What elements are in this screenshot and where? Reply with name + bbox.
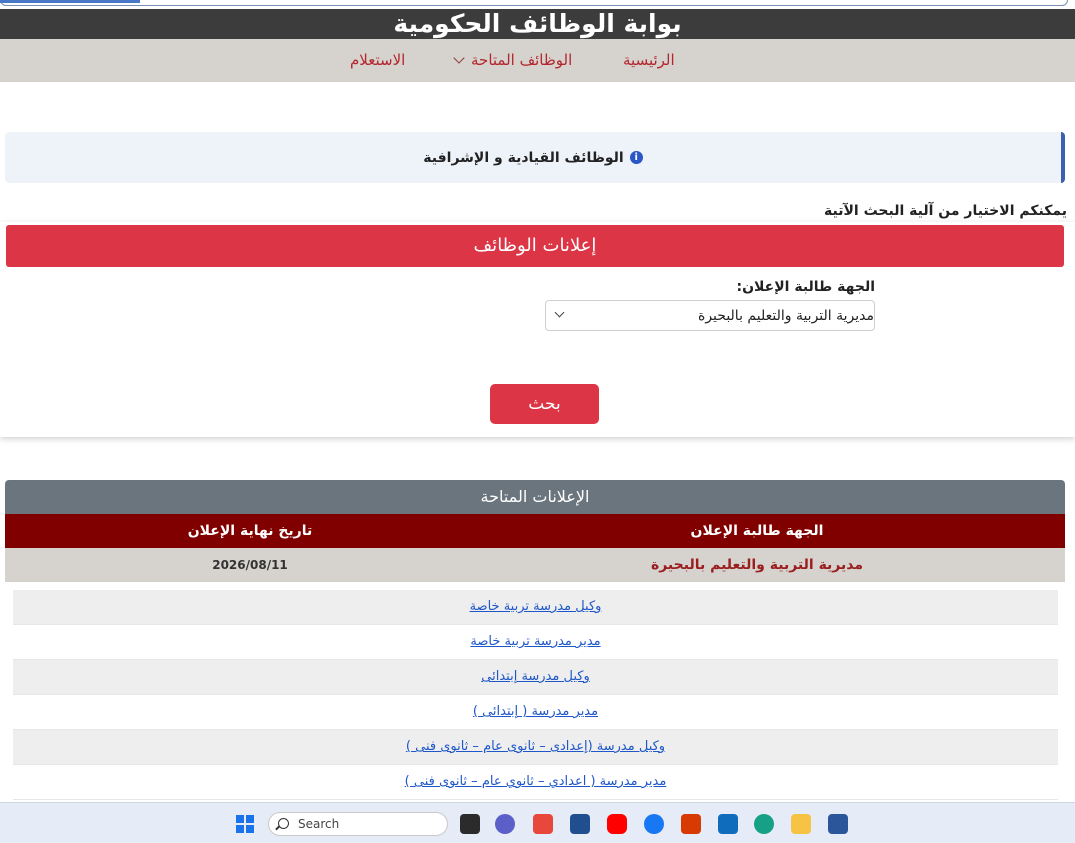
- edge-icon[interactable]: [754, 814, 774, 834]
- office-icon[interactable]: [681, 814, 701, 834]
- col-end-date-header: تاريخ نهاية الإعلان: [187, 523, 313, 539]
- org-select[interactable]: مديرية التربية والتعليم بالبحيرة: [545, 300, 875, 331]
- nav-inquiry[interactable]: الاستعلام: [350, 39, 405, 82]
- store-icon[interactable]: [570, 814, 590, 834]
- available-ads-panel: الإعلانات المتاحة الجهة طالبة الإعلان تا…: [5, 480, 1065, 802]
- word-icon[interactable]: [828, 814, 848, 834]
- app-icon[interactable]: [533, 814, 553, 834]
- job-link[interactable]: مدير مدرسة تربية خاصة: [470, 634, 600, 649]
- org-field-label: الجهة طالبة الإعلان:: [736, 279, 876, 295]
- browser-address-strip: [0, 0, 1075, 9]
- chevron-down-icon: [453, 52, 465, 64]
- list-item: مدير مدرسة تربية خاصة: [13, 625, 1058, 660]
- search-hint: يمكنكم الاختيار من آلية البحث الآتية: [824, 203, 1067, 219]
- job-link[interactable]: وكيل مدرسة تربية خاصة: [470, 599, 602, 614]
- nav-available-jobs-label: الوظائف المتاحة: [471, 51, 573, 69]
- list-item: وكيل مدرسة إبتدائى: [13, 660, 1058, 695]
- chat-icon[interactable]: [495, 814, 515, 834]
- org-name: مديرية التربية والتعليم بالبحيرة: [650, 557, 864, 573]
- job-link[interactable]: وكيل مدرسة (إعدادى – ثانوى عام – ثانوى ف…: [406, 739, 665, 754]
- list-item: مدير مدرسة ( إبتدائى ): [13, 695, 1058, 730]
- job-list: وكيل مدرسة تربية خاصة مدير مدرسة تربية خ…: [13, 590, 1058, 800]
- job-ads-title: إعلانات الوظائف: [6, 225, 1064, 267]
- task-view-icon[interactable]: [460, 814, 480, 834]
- search-button[interactable]: بحث: [490, 384, 599, 424]
- col-org-header: الجهة طالبة الإعلان: [690, 523, 824, 539]
- list-item: وكيل مدرسة تربية خاصة: [13, 590, 1058, 625]
- list-item: مدير مدرسة ( اعدادي – ثانوي عام – ثانوى …: [13, 765, 1058, 800]
- outlook-icon[interactable]: [718, 814, 738, 834]
- youtube-icon[interactable]: [607, 814, 627, 834]
- nav-available-jobs[interactable]: الوظائف المتاحة: [453, 39, 573, 82]
- job-link[interactable]: مدير مدرسة ( اعدادي – ثانوي عام – ثانوى …: [405, 774, 667, 789]
- end-date: 2026/08/11: [212, 558, 288, 572]
- job-ads-card: إعلانات الوظائف الجهة طالبة الإعلان: مدي…: [0, 222, 1075, 437]
- chevron-down-icon: [554, 307, 565, 318]
- leadership-jobs-label: الوظائف القيادية و الإشرافية: [423, 149, 624, 166]
- available-ads-title: الإعلانات المتاحة: [5, 480, 1065, 514]
- address-bar[interactable]: [0, 0, 1068, 6]
- address-bar-progress: [0, 0, 140, 3]
- taskbar-search[interactable]: Search: [268, 812, 448, 836]
- taskbar-search-label: Search: [298, 817, 340, 831]
- info-icon: i: [629, 151, 643, 164]
- facebook-icon[interactable]: [644, 814, 664, 834]
- org-row: مديرية التربية والتعليم بالبحيرة 2026/08…: [5, 548, 1065, 582]
- table-header: الجهة طالبة الإعلان تاريخ نهاية الإعلان: [5, 514, 1065, 548]
- main-nav: الرئيسية الوظائف المتاحة الاستعلام: [0, 39, 1075, 82]
- search-icon: [278, 818, 289, 829]
- list-item: وكيل مدرسة (إعدادى – ثانوى عام – ثانوى ف…: [13, 730, 1058, 765]
- org-select-value: مديرية التربية والتعليم بالبحيرة: [698, 307, 874, 324]
- leadership-jobs-banner[interactable]: i الوظائف القيادية و الإشرافية: [5, 132, 1065, 183]
- job-link[interactable]: مدير مدرسة ( إبتدائى ): [473, 704, 598, 719]
- job-link[interactable]: وكيل مدرسة إبتدائى: [481, 669, 589, 684]
- windows-start-icon[interactable]: [236, 815, 254, 833]
- nav-home[interactable]: الرئيسية: [623, 39, 675, 82]
- file-explorer-icon[interactable]: [791, 814, 811, 834]
- taskbar: Search: [0, 802, 1075, 843]
- site-title: بوابة الوظائف الحكومية: [0, 9, 1075, 39]
